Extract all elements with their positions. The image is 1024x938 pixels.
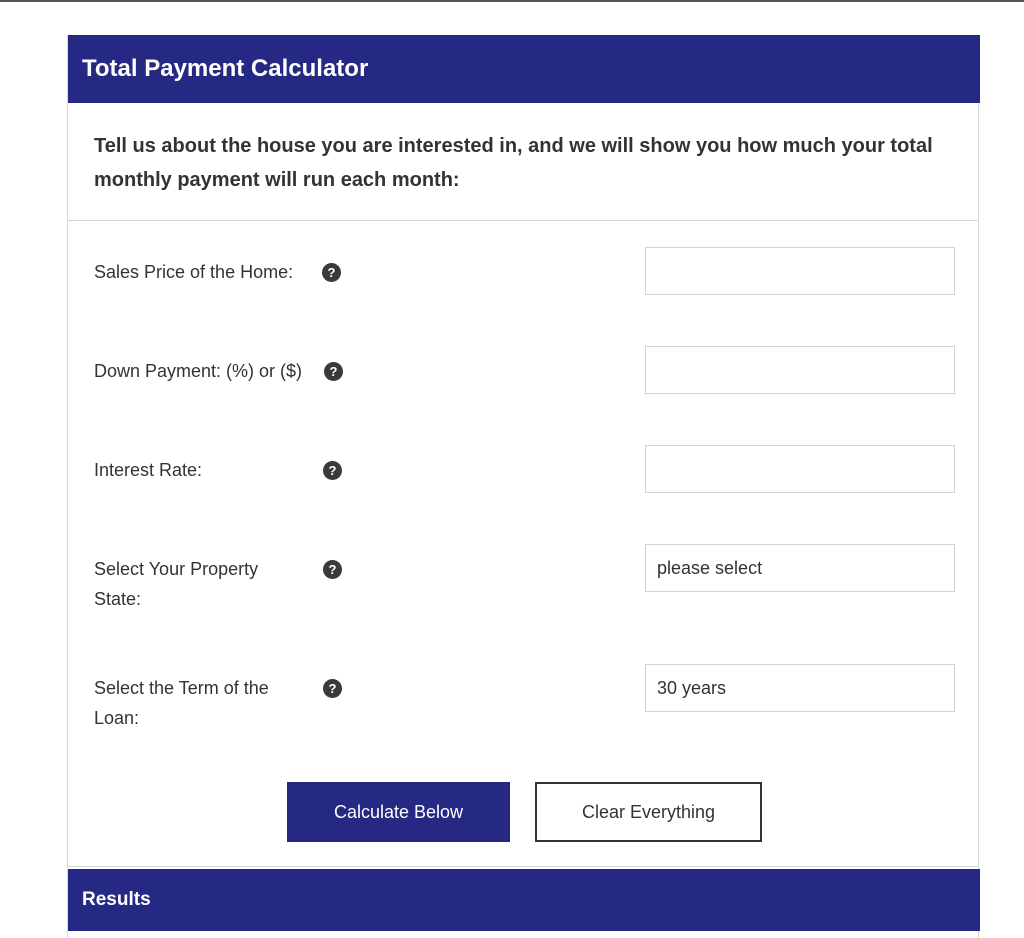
down-payment-input[interactable] — [645, 346, 955, 394]
sales-price-input[interactable] — [645, 247, 955, 295]
calculator-card: Total Payment Calculator Tell us about t… — [67, 35, 980, 938]
calculator-title: Total Payment Calculator — [82, 55, 369, 82]
question-circle-icon[interactable]: ? — [324, 362, 343, 381]
header-divider — [68, 220, 978, 221]
loan-term-label: Select the Term of the Loan: — [94, 678, 269, 728]
loan-term-select[interactable]: 30 years — [645, 664, 955, 712]
question-circle-icon[interactable]: ? — [323, 679, 342, 698]
clear-button[interactable]: Clear Everything — [535, 782, 762, 842]
calculator-header: Total Payment Calculator — [68, 35, 980, 103]
question-circle-icon[interactable]: ? — [322, 263, 341, 282]
results-divider — [68, 866, 978, 867]
top-border — [0, 0, 1024, 2]
interest-rate-input[interactable] — [645, 445, 955, 493]
question-circle-icon[interactable]: ? — [323, 461, 342, 480]
interest-rate-label: Interest Rate: — [94, 460, 203, 480]
intro-text: Tell us about the house you are interest… — [94, 135, 933, 191]
down-payment-label: Down Payment: (%) or ($) — [94, 361, 303, 381]
question-circle-icon[interactable]: ? — [323, 560, 342, 579]
property-state-select[interactable]: please select — [645, 544, 955, 592]
sales-price-label: Sales Price of the Home: — [94, 262, 294, 282]
calculate-button[interactable]: Calculate Below — [287, 782, 510, 842]
results-title: Results — [82, 889, 151, 910]
property-state-label: Select Your Property State: — [94, 559, 259, 609]
results-header: Results — [68, 869, 980, 931]
